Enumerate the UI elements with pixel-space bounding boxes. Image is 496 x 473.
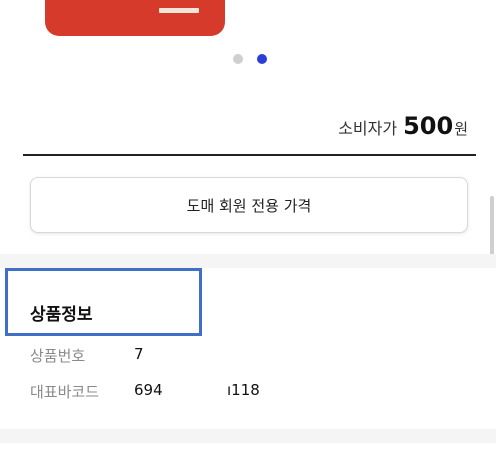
carousel-dot-active[interactable] [257, 54, 267, 64]
price-divider [23, 154, 476, 156]
price-label: 소비자가 [338, 119, 398, 138]
price-unit: 원 [454, 120, 468, 138]
info-value: 7 [134, 345, 144, 363]
wholesale-price-button[interactable]: 도매 회원 전용 가격 [30, 177, 468, 233]
barcode-value-tail: ı118 [227, 381, 260, 399]
carousel-dots [233, 54, 267, 64]
price-amount: 500 [403, 112, 454, 140]
scrollbar[interactable] [490, 196, 494, 260]
product-image-label [159, 8, 199, 13]
info-label: 상품번호 [30, 347, 86, 365]
info-row-product-number: 상품번호 7 [30, 345, 144, 366]
highlight-box [5, 268, 202, 336]
info-row-barcode: 대표바코드 694 [30, 381, 163, 402]
price-row: 소비자가 500 원 [338, 112, 468, 140]
carousel-dot[interactable] [233, 54, 243, 64]
info-value: 694 [134, 381, 163, 399]
section-divider [0, 254, 496, 268]
info-label: 대표바코드 [30, 383, 100, 401]
product-image[interactable] [45, 0, 225, 36]
section-divider [0, 429, 496, 443]
